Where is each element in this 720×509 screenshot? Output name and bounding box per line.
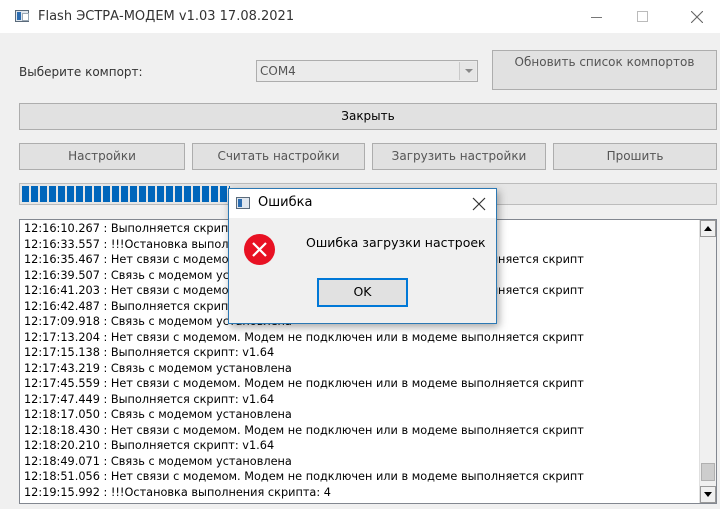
- log-scrollbar[interactable]: [699, 220, 716, 503]
- minimize-icon: [591, 17, 602, 18]
- log-line: 12:17:43.219 : Связь с модемом установле…: [24, 361, 292, 375]
- close-port-button[interactable]: Закрыть: [19, 103, 717, 130]
- dialog-body: Ошибка загрузки настроек OK: [229, 218, 496, 323]
- error-icon: [244, 234, 275, 265]
- settings-button[interactable]: Настройки: [19, 143, 185, 170]
- log-line: 12:17:15.138 : Выполняется скрипт: v1.64: [24, 346, 275, 359]
- close-icon: [691, 11, 703, 23]
- log-line: 12:17:47.449 : Выполняется скрипт: v1.64: [24, 392, 275, 406]
- progress-fill: [22, 186, 230, 202]
- port-label: Выберите компорт:: [19, 65, 143, 79]
- dialog-message: Ошибка загрузки настроек: [306, 235, 486, 250]
- log-line: 12:18:17.050 : Связь с модемом установле…: [24, 408, 292, 421]
- flash-button[interactable]: Прошить: [553, 143, 717, 170]
- log-line: 12:18:20.210 : Выполняется скрипт: v1.64: [24, 439, 275, 452]
- dialog-title-bar: Ошибка: [229, 189, 496, 218]
- maximize-button[interactable]: [620, 0, 666, 33]
- window-title: Flash ЭСТРА-МОДЕМ v1.03 17.08.2021: [38, 9, 295, 24]
- port-select-value: COM4: [260, 64, 296, 78]
- load-settings-button[interactable]: Загрузить настройки: [372, 143, 546, 170]
- chevron-down-icon[interactable]: [459, 62, 476, 80]
- log-line: 12:18:51.056 : Нет связи с модемом. Моде…: [24, 470, 584, 483]
- title-bar: Flash ЭСТРА-МОДЕМ v1.03 17.08.2021: [0, 0, 720, 33]
- ok-button[interactable]: OK: [317, 278, 408, 307]
- scroll-thumb[interactable]: [701, 463, 715, 481]
- dialog-close-icon[interactable]: [472, 197, 486, 211]
- read-settings-button[interactable]: Считать настройки: [192, 143, 365, 170]
- log-line: 12:18:18.430 : Нет связи с модемом. Моде…: [24, 423, 584, 437]
- error-dialog: Ошибка Ошибка загрузки настроек OK: [228, 188, 497, 324]
- minimize-button[interactable]: [574, 0, 620, 33]
- port-select[interactable]: COM4: [256, 60, 478, 82]
- close-window-button[interactable]: [674, 0, 720, 33]
- dialog-title: Ошибка: [258, 195, 313, 210]
- log-line: 12:19:15.992 : !!!Остановка выполнения с…: [24, 485, 331, 499]
- log-line: 12:17:13.204 : Нет связи с модемом. Моде…: [24, 330, 584, 344]
- maximize-icon: [637, 11, 648, 22]
- scroll-down-icon[interactable]: [700, 486, 716, 503]
- dialog-app-icon: [236, 197, 250, 209]
- log-line: 12:17:45.559 : Нет связи с модемом. Моде…: [24, 377, 584, 390]
- scroll-up-icon[interactable]: [700, 220, 716, 237]
- app-window-icon: [15, 10, 29, 22]
- refresh-ports-button[interactable]: Обновить список компортов: [492, 50, 717, 90]
- log-line: 12:18:49.071 : Связь с модемом установле…: [24, 454, 292, 468]
